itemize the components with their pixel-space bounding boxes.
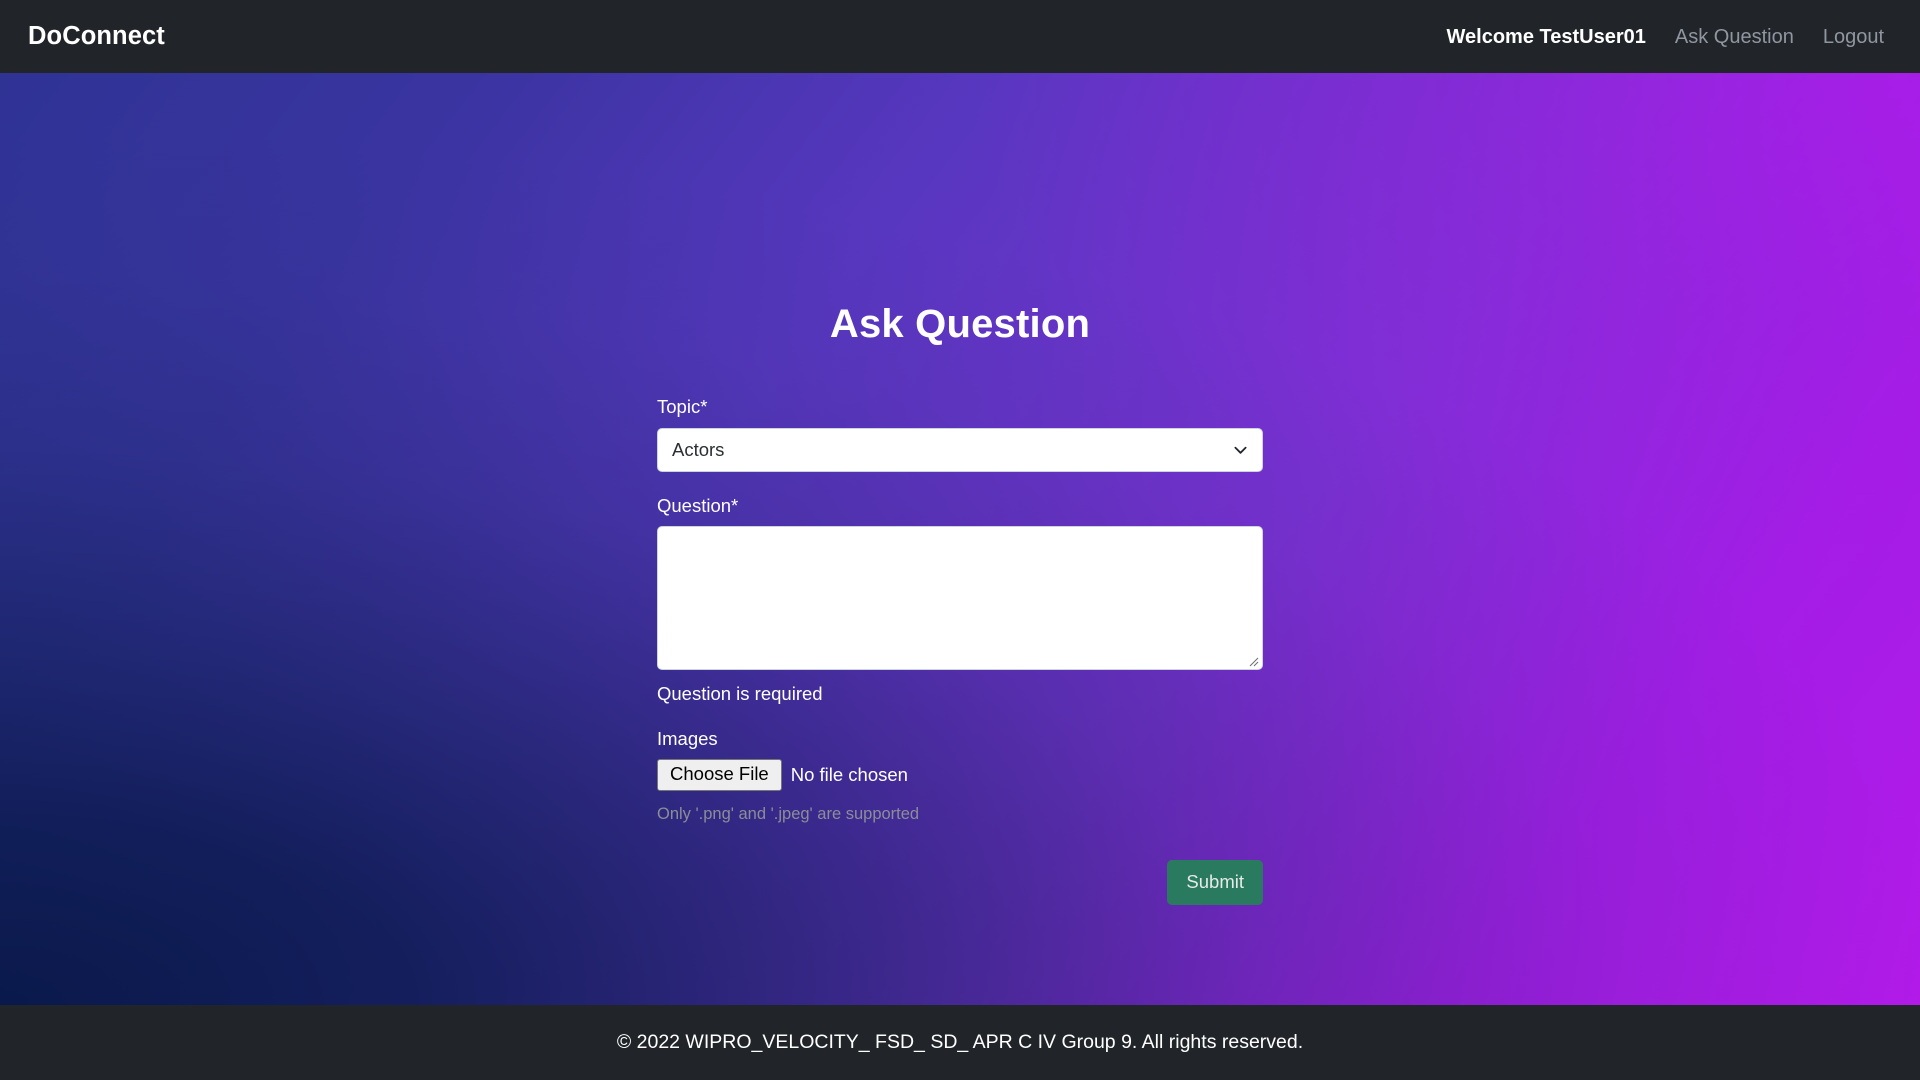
main-gradient-background: Ask Question Topic* Actors Question* Que… [0, 73, 1920, 1005]
file-input-row: Choose File No file chosen [657, 759, 1263, 791]
submit-row: Submit [657, 859, 1263, 905]
welcome-user-label: Welcome TestUser01 [1446, 25, 1646, 48]
images-helper-text: Only '.png' and '.jpeg' are supported [657, 805, 920, 823]
navbar-right-group: Welcome TestUser01 Ask Question Logout [1447, 27, 1892, 47]
footer-copyright-text: © 2022 WIPRO_VELOCITY_ FSD_ SD_ APR C IV… [616, 1030, 1304, 1053]
images-label: Images [657, 727, 718, 749]
resize-handle-icon[interactable] [1246, 654, 1259, 667]
question-error-message: Question is required [657, 683, 823, 704]
nav-link-ask-question[interactable]: Ask Question [1675, 27, 1794, 47]
app-root: DoConnect Welcome TestUser01 Ask Questio… [0, 0, 1920, 1080]
submit-button[interactable]: Submit [1167, 859, 1263, 905]
top-navbar: DoConnect Welcome TestUser01 Ask Questio… [0, 0, 1920, 73]
ask-question-form: Topic* Actors Question* Question is requ… [657, 396, 1263, 905]
choose-file-button[interactable]: Choose File [657, 759, 782, 791]
topic-select-wrapper: Actors [657, 427, 1263, 472]
topic-label: Topic* [657, 396, 708, 417]
page-content: Ask Question Topic* Actors Question* Que… [0, 73, 1920, 1005]
question-label: Question* [657, 494, 739, 516]
topic-select[interactable]: Actors [657, 427, 1263, 472]
file-status-label: No file chosen [790, 763, 908, 785]
page-title: Ask Question [829, 302, 1091, 346]
question-textarea[interactable] [657, 526, 1263, 670]
nav-link-logout[interactable]: Logout [1823, 27, 1884, 47]
page-footer: © 2022 WIPRO_VELOCITY_ FSD_ SD_ APR C IV… [0, 1005, 1920, 1080]
brand-logo[interactable]: DoConnect [28, 23, 165, 50]
